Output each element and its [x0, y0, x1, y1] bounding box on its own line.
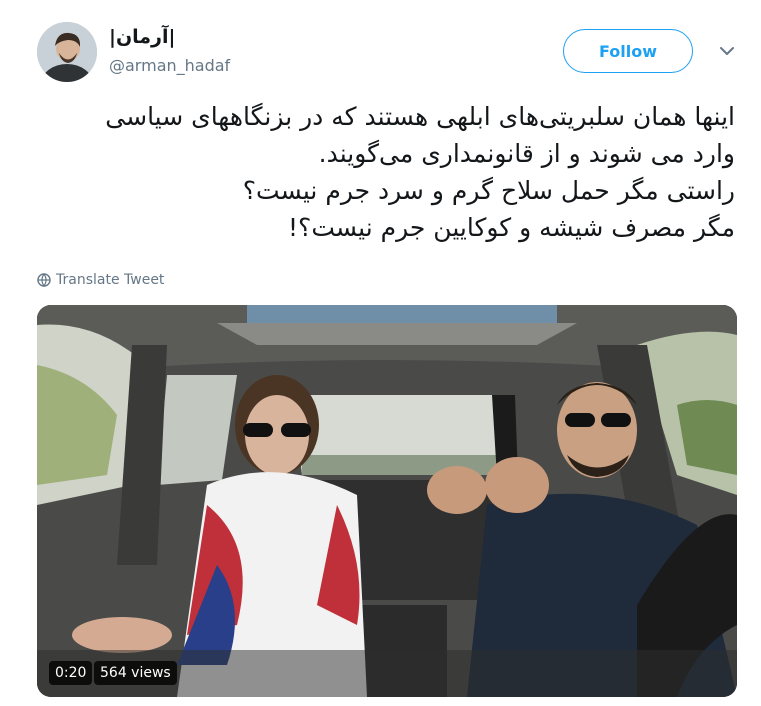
video-player[interactable]: 0:20 564 views: [37, 305, 737, 697]
video-duration-badge: 0:20: [49, 661, 93, 685]
globe-icon: [37, 273, 51, 287]
chevron-down-icon: [720, 47, 734, 55]
follow-button[interactable]: Follow: [563, 29, 693, 73]
user-handle[interactable]: @arman_hadaf: [109, 56, 230, 75]
video-views-badge: 564 views: [94, 661, 177, 685]
user-avatar-icon: [37, 22, 97, 82]
avatar[interactable]: [37, 22, 97, 82]
video-thumbnail: [37, 305, 737, 697]
display-name[interactable]: |آرمان|: [109, 26, 175, 48]
translate-tweet-link[interactable]: Translate Tweet: [37, 272, 164, 288]
more-options-button[interactable]: [716, 42, 738, 60]
tweet-text: اینها همان سلبریتی‌های ابلهی هستند که در…: [105, 102, 735, 242]
translate-label: Translate Tweet: [56, 272, 165, 288]
